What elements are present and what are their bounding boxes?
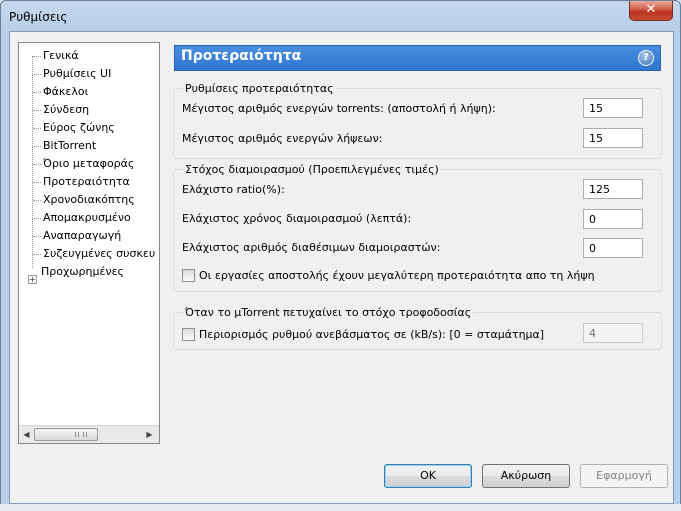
- window-title: Ρυθμίσεις: [9, 10, 68, 24]
- settings-tree[interactable]: Γενικά Ρυθμίσεις UI Φάκελοι Σύνδεση Εύρος ζώ…: [18, 42, 160, 444]
- apply-button[interactable]: Εφαρμογή: [580, 464, 668, 488]
- tree-branch-line: [33, 236, 41, 237]
- seed-priority-checkbox[interactable]: [182, 269, 195, 282]
- min-seed-time-input[interactable]: 0: [583, 209, 643, 229]
- scroll-right-icon[interactable]: ▶: [143, 428, 156, 441]
- max-active-torrents-input[interactable]: 15: [583, 98, 643, 118]
- min-ratio-input[interactable]: 125: [583, 179, 643, 199]
- tree-branch-line: [33, 74, 41, 75]
- scroll-left-icon[interactable]: ◀: [20, 428, 33, 441]
- tree-item[interactable]: Γενικά: [43, 47, 79, 65]
- tree-item[interactable]: Όριο μεταφοράς: [43, 155, 134, 173]
- max-active-downloads-input[interactable]: 15: [583, 128, 643, 148]
- min-seed-time-label: Ελάχιστος χρόνος διαμοιρασμού (λεπτά):: [182, 212, 412, 225]
- panel-title: Προτεραιότητα: [181, 48, 302, 64]
- goal-reached-label: Όταν το μTorrent πετυχαίνει το στόχο τρο…: [183, 306, 474, 319]
- tree-branch-line: [33, 182, 41, 183]
- grip-icon: [75, 432, 87, 437]
- min-ratio-label: Ελάχιστο ratio(%):: [182, 183, 285, 196]
- tree-item[interactable]: Ρυθμίσεις UI: [43, 65, 111, 83]
- tree-item[interactable]: Αναπαραγωγή: [43, 227, 121, 245]
- tree-branch-line: [33, 56, 41, 57]
- tree-branch-line: [33, 128, 41, 129]
- cancel-button[interactable]: Ακύρωση: [482, 464, 570, 488]
- background-window-bottom: [0, 504, 681, 511]
- tree-branch-line: [33, 110, 41, 111]
- tree-item[interactable]: Προτεραιότητα: [43, 173, 130, 191]
- tree-horizontal-scrollbar[interactable]: ◀ ▶: [19, 425, 159, 443]
- dialog-client-area: Γενικά Ρυθμίσεις UI Φάκελοι Σύνδεση Εύρος ζώ…: [9, 31, 674, 504]
- seed-priority-label[interactable]: Οι εργασίες αποστολής έχουν μεγαλύτερη π…: [199, 269, 595, 282]
- tree-item[interactable]: Χρονοδιακόπτης: [43, 191, 135, 209]
- limit-upload-input[interactable]: 4: [583, 323, 643, 343]
- title-bar[interactable]: Ρυθμίσεις ✕: [1, 1, 680, 31]
- tree-branch-line: [33, 164, 41, 165]
- ok-button[interactable]: OK: [384, 464, 472, 488]
- tree-item[interactable]: Εύρος ζώνης: [43, 119, 115, 137]
- min-seeders-input[interactable]: 0: [583, 238, 643, 258]
- tree-item[interactable]: Απομακρυσμένο: [43, 209, 131, 227]
- scrollbar-thumb[interactable]: [34, 428, 98, 441]
- queue-settings-label: Ρυθμίσεις προτεραιότητας: [183, 82, 336, 95]
- max-active-torrents-label: Μέγιστος αριθμός ενεργών torrents: (αποσ…: [182, 102, 496, 115]
- tree-branch-line: [33, 146, 41, 147]
- max-active-downloads-label: Μέγιστος αριθμός ενεργών λήψεων:: [182, 132, 383, 145]
- tree-item[interactable]: Φάκελοι: [43, 83, 88, 101]
- expand-plus-icon[interactable]: +: [28, 275, 37, 284]
- limit-upload-checkbox[interactable]: [182, 328, 195, 341]
- help-icon[interactable]: ?: [638, 50, 654, 66]
- tree-branch-line: [33, 254, 41, 255]
- tree-branch-line: [33, 218, 41, 219]
- seeding-goal-label: Στόχος διαμοιρασμού (Προεπιλεγμένες τιμέ…: [183, 163, 441, 176]
- tree-branch-line: [33, 92, 41, 93]
- settings-window: Ρυθμίσεις ✕ Γενικά Ρυθμίσεις UI Φάκελοι Σύν…: [0, 0, 681, 511]
- tree-item[interactable]: Σύνδεση: [43, 101, 89, 119]
- panel-header: Προτεραιότητα ?: [174, 45, 661, 71]
- limit-upload-label[interactable]: Περιορισμός ρυθμού ανεβάσματος σε (kB/s)…: [199, 328, 544, 341]
- tree-item[interactable]: Συζευγμένες συσκευ: [43, 245, 155, 263]
- close-icon: ✕: [645, 2, 657, 17]
- tree-branch-line: [33, 200, 41, 201]
- tree-item[interactable]: BitTorrent: [43, 137, 96, 155]
- tree-item[interactable]: Προχωρημένες: [41, 263, 124, 281]
- close-button[interactable]: ✕: [629, 1, 673, 21]
- min-seeders-label: Ελάχιστος αριθμός διαθέσιμων διαμοιραστώ…: [182, 241, 441, 254]
